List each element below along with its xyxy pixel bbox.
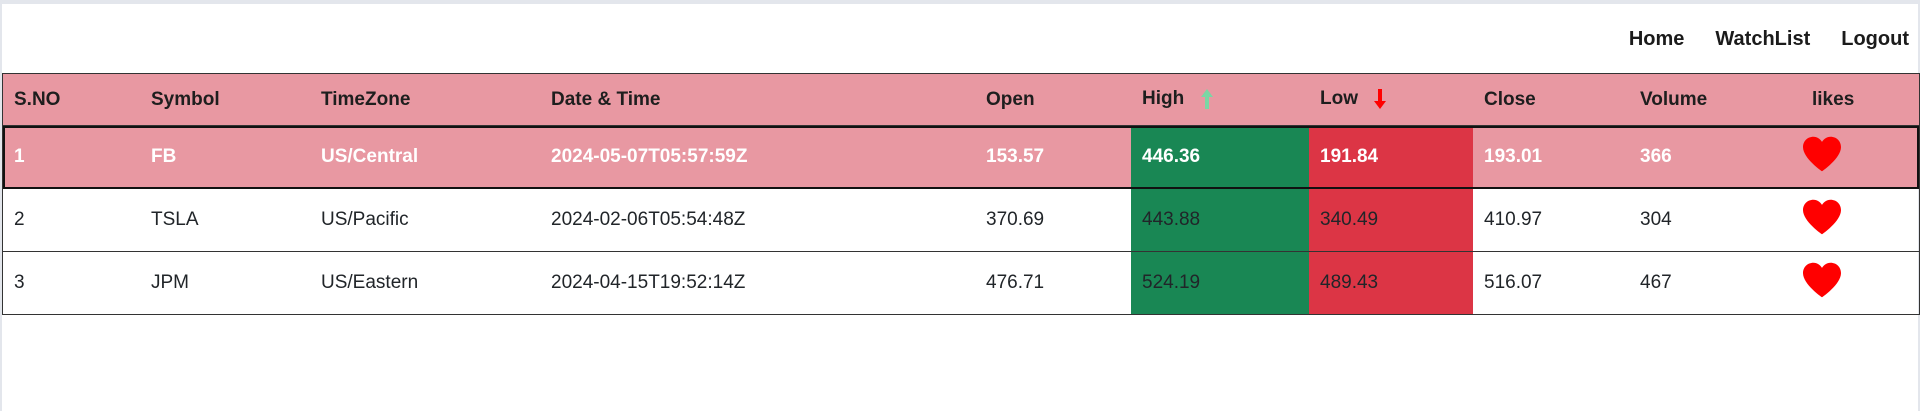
cell-open: 476.71 (986, 272, 1045, 293)
header-low: Low (1309, 73, 1473, 126)
header-high-label: High (1142, 88, 1185, 110)
cell-open: 153.57 (986, 146, 1045, 167)
cell-sno: 2 (14, 209, 25, 230)
nav-logout-link[interactable]: Logout (1841, 28, 1909, 51)
heart-icon[interactable] (1801, 261, 1843, 299)
cell-likes (1801, 252, 1919, 315)
table-header-row: S.NO Symbol TimeZone Date & Time Open Hi… (3, 73, 1919, 126)
navbar: Home WatchList Logout (1629, 22, 1909, 56)
cell-high: 443.88 (1131, 188, 1309, 252)
cell-timezone: US/Central (321, 146, 419, 167)
top-border (0, 0, 1920, 4)
cell-likes (1801, 126, 1919, 189)
header-datetime: Date & Time (540, 73, 975, 126)
table-row[interactable]: 3 JPM US/Eastern 2024-04-15T19:52:14Z 47… (3, 251, 1919, 315)
heart-icon[interactable] (1801, 135, 1843, 173)
cell-volume: 304 (1640, 209, 1672, 230)
cell-symbol: TSLA (151, 209, 199, 230)
nav-watchlist-link[interactable]: WatchList (1715, 28, 1810, 51)
cell-sno: 1 (14, 146, 25, 167)
header-symbol: Symbol (140, 73, 310, 126)
header-high: High (1131, 73, 1309, 126)
cell-close: 516.07 (1484, 272, 1543, 293)
table-row[interactable]: 2 TSLA US/Pacific 2024-02-06T05:54:48Z 3… (3, 188, 1919, 252)
cell-volume: 366 (1640, 146, 1672, 167)
cell-close: 193.01 (1484, 146, 1543, 167)
stocks-table-container: S.NO Symbol TimeZone Date & Time Open Hi… (2, 73, 1920, 315)
header-low-label: Low (1320, 88, 1358, 110)
cell-symbol: FB (151, 146, 177, 167)
cell-datetime: 2024-04-15T19:52:14Z (551, 272, 746, 293)
cell-low: 340.49 (1309, 188, 1473, 252)
header-volume: Volume (1629, 73, 1801, 126)
cell-open: 370.69 (986, 209, 1045, 230)
heart-icon[interactable] (1801, 198, 1843, 236)
cell-datetime: 2024-05-07T05:57:59Z (551, 146, 748, 167)
cell-high: 446.36 (1131, 125, 1309, 189)
header-likes: likes (1801, 73, 1919, 126)
stocks-table: S.NO Symbol TimeZone Date & Time Open Hi… (3, 73, 1919, 315)
arrow-up-icon (1200, 89, 1213, 110)
cell-volume: 467 (1640, 272, 1672, 293)
cell-timezone: US/Eastern (321, 272, 419, 293)
nav-home-link[interactable]: Home (1629, 28, 1685, 51)
cell-low: 191.84 (1309, 125, 1473, 189)
header-sno: S.NO (3, 73, 140, 126)
header-open: Open (975, 73, 1131, 126)
cell-close: 410.97 (1484, 209, 1543, 230)
cell-sno: 3 (14, 272, 25, 293)
cell-likes (1801, 189, 1919, 252)
cell-datetime: 2024-02-06T05:54:48Z (551, 209, 746, 230)
arrow-down-icon (1374, 89, 1387, 110)
cell-timezone: US/Pacific (321, 209, 409, 230)
table-row[interactable]: 1 FB US/Central 2024-05-07T05:57:59Z 153… (3, 125, 1919, 189)
cell-symbol: JPM (151, 272, 189, 293)
header-timezone: TimeZone (310, 73, 540, 126)
cell-low: 489.43 (1309, 251, 1473, 315)
cell-high: 524.19 (1131, 251, 1309, 315)
header-close: Close (1473, 73, 1629, 126)
